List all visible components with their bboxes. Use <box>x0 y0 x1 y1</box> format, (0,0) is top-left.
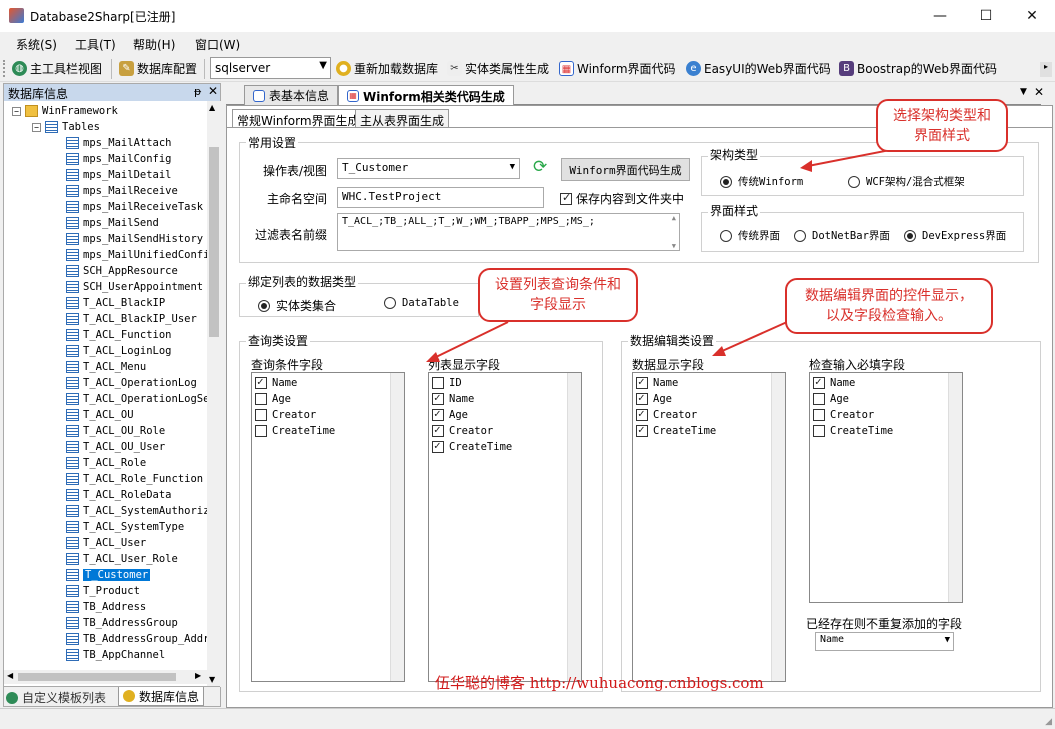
status-bar: ◢ <box>0 708 1055 729</box>
callout-arrow-query <box>433 321 509 359</box>
callout-arch-style: 选择架构类型和界面样式 <box>876 99 1008 152</box>
resize-grip-icon[interactable]: ◢ <box>1045 717 1052 727</box>
arrow-head <box>800 160 812 172</box>
callout-query-fields: 设置列表查询条件和字段显示 <box>478 268 638 322</box>
callout-edit-fields: 数据编辑界面的控件显示，以及字段检查输入。 <box>785 278 993 334</box>
arrow-head <box>712 346 726 356</box>
arrow-head <box>426 352 440 362</box>
